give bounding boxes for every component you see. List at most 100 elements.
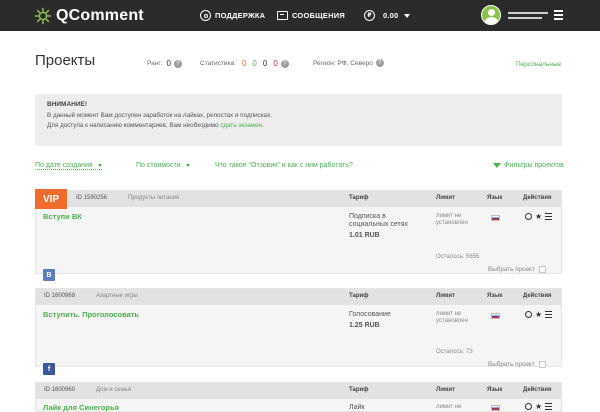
column-actions: Действия <box>523 387 552 393</box>
help-icon[interactable]: ? <box>280 59 289 68</box>
region-stat: Регион: РФ, Северо ? <box>313 59 384 67</box>
pass-exam-link[interactable]: сдать экзамен <box>220 122 262 129</box>
select-checkbox[interactable] <box>538 361 546 368</box>
russian-flag-icon <box>491 215 500 221</box>
chevron-down-icon <box>185 164 190 167</box>
stat-value-3: 0 <box>262 59 268 68</box>
top-navbar: QComment ПОДДЕРЖКА СООБЩЕНИЯ ₽ 0.00 <box>0 0 600 31</box>
project-title[interactable]: Лайк для Синегорья <box>43 403 119 412</box>
column-limit: Лимит <box>436 293 455 299</box>
message-icon <box>277 11 288 20</box>
funnel-icon <box>493 163 501 168</box>
project-category: Дом и семья <box>96 387 132 393</box>
project-card: VIP ID 1590256 Продукты питания Тариф Ли… <box>35 189 562 281</box>
rank-label: Ранг: <box>147 60 163 67</box>
logo[interactable]: QComment <box>34 7 144 25</box>
chevron-down-icon <box>404 13 411 18</box>
limit-info: лимит не установлен <box>436 311 468 324</box>
statistics-stat: Статистика: 0 0 0 0 ? <box>200 59 289 68</box>
card-header: ID 1600960 Дом и семья Тариф Лимит Язык … <box>36 383 561 399</box>
list-icon[interactable] <box>545 213 553 220</box>
column-actions: Действия <box>523 293 552 299</box>
select-project[interactable]: Выбрать проект <box>488 361 546 368</box>
select-checkbox[interactable] <box>538 266 546 273</box>
smile-icon[interactable] <box>525 403 532 410</box>
stat-value-1: 0 <box>241 59 247 68</box>
sort-by-price[interactable]: По стоимости <box>136 162 190 169</box>
project-title[interactable]: Вступи ВК <box>43 212 82 221</box>
tariff-info: Голосование 1.25 RUB <box>349 311 424 330</box>
project-title[interactable]: Вступить. Проголосовать <box>43 310 139 319</box>
nav-support-label: ПОДДЕРЖКА <box>215 11 266 20</box>
card-actions: ★ <box>525 213 553 221</box>
rank-value: 0 <box>166 59 171 68</box>
statistics-label: Статистика: <box>200 60 236 67</box>
nav-messages[interactable]: СООБЩЕНИЯ <box>277 0 345 31</box>
russian-flag-icon <box>491 405 500 411</box>
project-id: ID 1600968 <box>44 293 76 299</box>
column-tariff: Тариф <box>349 387 369 393</box>
column-lang: Язык <box>487 293 503 299</box>
notice-line-1: В данный момент Вам доступен заработок н… <box>47 112 273 119</box>
star-icon[interactable]: ★ <box>535 403 542 411</box>
select-project[interactable]: Выбрать проект <box>488 266 546 273</box>
sort-by-date[interactable]: По дате создания <box>35 162 102 170</box>
stat-value-4: 0 <box>273 59 278 68</box>
help-icon[interactable]: ? <box>375 59 384 67</box>
tariff-price: 1.01 RUB <box>349 232 380 239</box>
project-card: ID 1600968 Азартные игры Тариф Лимит Язы… <box>35 288 562 375</box>
project-category: Продукты питания <box>128 195 180 201</box>
column-tariff: Тариф <box>349 293 369 299</box>
project-id: ID 1590256 <box>76 195 108 201</box>
remaining-count: Осталось: 5655 <box>436 254 480 260</box>
project-id: ID 1600960 <box>44 387 76 393</box>
tariff-price: 1.25 RUB <box>349 322 380 329</box>
hamburger-icon[interactable] <box>554 10 563 20</box>
nav-messages-label: СООБЩЕНИЯ <box>292 11 345 20</box>
chevron-down-icon <box>97 164 102 167</box>
notice-title: ВНИМАНИЕ! <box>47 101 88 108</box>
card-header: VIP ID 1590256 Продукты питания Тариф Ли… <box>35 189 561 209</box>
column-actions: Действия <box>523 195 552 201</box>
nav-support[interactable]: ПОДДЕРЖКА <box>200 0 265 31</box>
limit-info: лимит не установлен <box>436 213 468 226</box>
vk-icon: В <box>43 269 55 281</box>
help-icon[interactable]: ? <box>173 59 182 68</box>
column-limit: Лимит <box>436 387 455 393</box>
user-name-placeholder[interactable] <box>508 12 548 22</box>
star-icon[interactable]: ★ <box>535 311 542 319</box>
list-icon[interactable] <box>545 311 553 318</box>
smile-icon[interactable] <box>525 311 532 318</box>
personal-projects-link[interactable]: Персональные <box>516 61 561 68</box>
star-icon[interactable]: ★ <box>535 213 542 221</box>
tariff-info: Подписка в социальных сетях 1.01 RUB <box>349 213 424 240</box>
notice-box: ВНИМАНИЕ! В данный момент Вам доступен з… <box>35 94 562 146</box>
lifebuoy-icon <box>200 10 211 21</box>
card-actions: ★ <box>525 403 553 411</box>
column-lang: Язык <box>487 195 503 201</box>
card-header: ID 1600968 Азартные игры Тариф Лимит Язы… <box>36 289 561 305</box>
column-lang: Язык <box>487 387 503 393</box>
remaining-count: Осталось: 73 <box>436 349 473 355</box>
column-tariff: Тариф <box>349 195 369 201</box>
russian-flag-icon <box>491 313 500 319</box>
user-avatar[interactable] <box>481 5 501 25</box>
card-actions: ★ <box>525 311 553 319</box>
project-category: Азартные игры <box>96 293 138 299</box>
balance-value: 0.00 <box>383 11 399 20</box>
project-card: ID 1600960 Дом и семья Тариф Лимит Язык … <box>35 382 562 412</box>
stat-value-2: 0 <box>252 59 257 68</box>
page-title: Проекты <box>35 52 96 69</box>
balance-dropdown[interactable]: ₽ 0.00 <box>364 0 411 31</box>
qcomment-logo-icon <box>34 7 52 24</box>
region-label: Регион: РФ, Северо <box>313 59 373 67</box>
list-icon[interactable] <box>545 403 553 410</box>
otzovik-faq-link[interactable]: Что такое "Отзовик" и как с ним работать… <box>215 162 353 169</box>
vip-badge: VIP <box>35 189 67 209</box>
rank-stat: Ранг: 0 ? <box>147 59 182 68</box>
coin-icon: ₽ <box>364 10 375 21</box>
facebook-icon: f <box>43 363 55 375</box>
tariff-info: Лайк <box>349 404 365 411</box>
project-filters-button[interactable]: Фильтры проектов <box>493 162 564 169</box>
smile-icon[interactable] <box>525 213 532 220</box>
